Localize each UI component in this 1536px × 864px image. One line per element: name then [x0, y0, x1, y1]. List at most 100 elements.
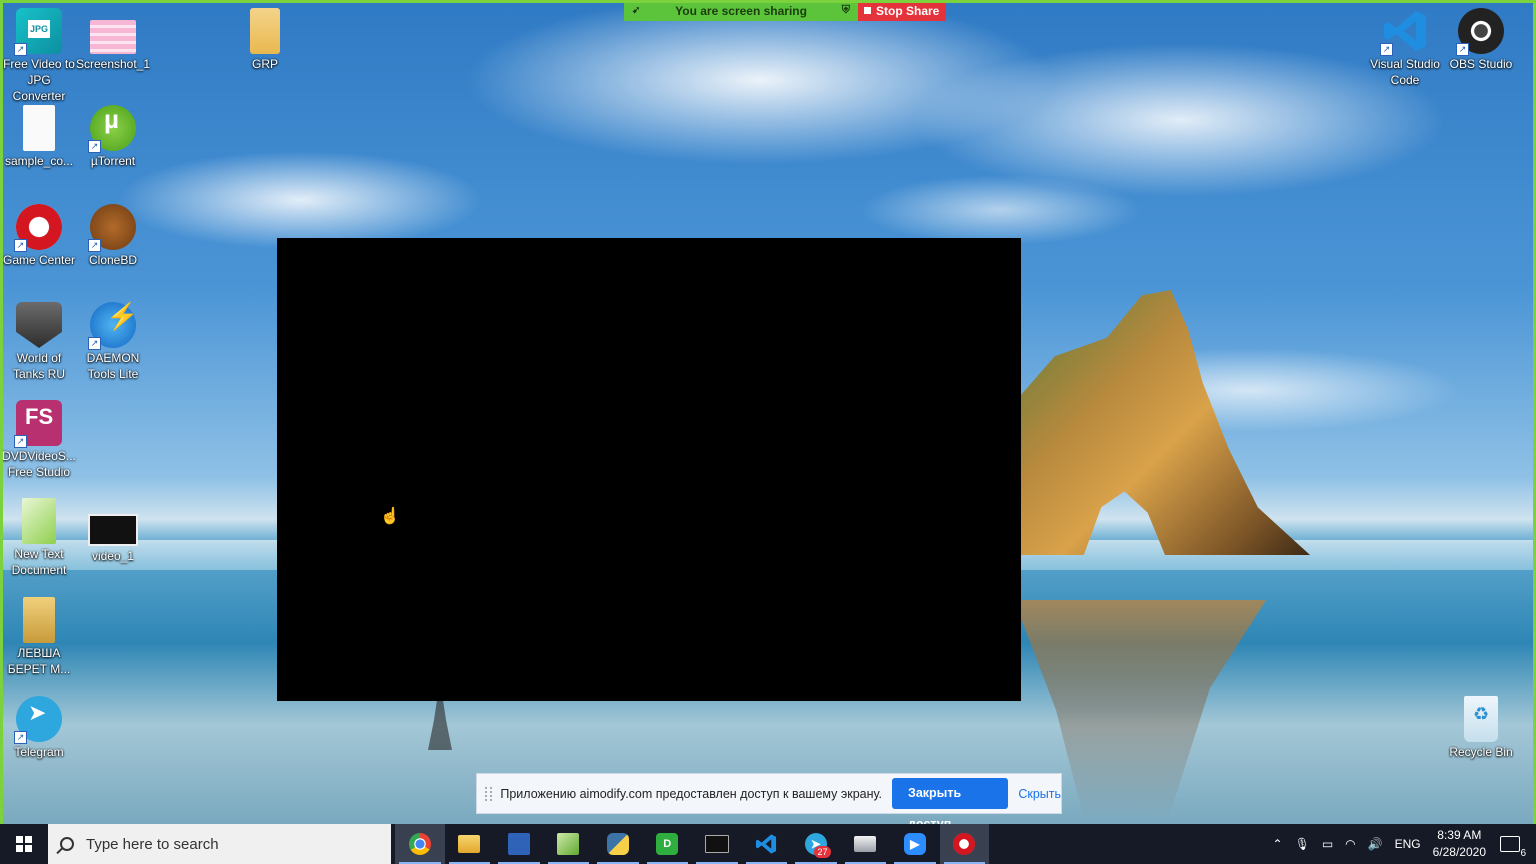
desktop-icon-new-text-document[interactable]: New Text Document — [0, 498, 78, 578]
search-icon — [60, 837, 74, 851]
taskbar-app-notepad-plus[interactable] — [544, 824, 594, 864]
desktop-icon-vscode[interactable]: ↗ Visual Studio Code — [1366, 8, 1444, 88]
floppy-disk-icon — [507, 833, 530, 855]
image-file-icon — [90, 20, 136, 54]
taskbar-app-zoom[interactable]: ▶ — [890, 824, 940, 864]
search-placeholder: Type here to search — [86, 835, 219, 853]
taskbar-app-terminal[interactable] — [692, 824, 742, 864]
wifi-icon[interactable]: ◠ — [1345, 837, 1355, 851]
folder-icon — [458, 835, 481, 853]
screen-share-notification: Приложению aimodify.com предоставлен дос… — [476, 773, 1062, 824]
desktop-icon-daemon-tools[interactable]: ⚡ ↗ DAEMON Tools Lite — [74, 302, 152, 382]
world-of-tanks-icon — [16, 302, 62, 348]
folder-icon — [250, 8, 280, 54]
taskbar-app-vscode[interactable] — [742, 824, 792, 864]
stop-share-button[interactable]: Stop Share — [858, 0, 946, 21]
wallpaper-person — [428, 700, 452, 750]
game-center-icon: ↗ — [14, 204, 62, 252]
system-tray: ⌃ 🎙 ▭ ◠ 🔊 ENG 8:39 AM 6/28/2020 6 — [1267, 824, 1536, 864]
desktop-icon-game-center[interactable]: ↗ Game Center — [0, 204, 78, 268]
desktop-icon-label: sample_co... — [4, 154, 74, 168]
language-indicator[interactable]: ENG — [1395, 837, 1421, 851]
desktop-icon-label: Telegram — [14, 745, 64, 759]
desktop-icon-media-folder[interactable]: ЛЕВША БЕРЕТ М... — [0, 597, 78, 677]
screen-share-bar: ➹ You are screen sharing ⛨ Stop Share — [624, 0, 946, 21]
desktop-icon-label: Recycle Bin — [1449, 745, 1513, 759]
vscode-icon — [755, 833, 777, 855]
desktop-icon-obs[interactable]: ↗ OBS Studio — [1442, 8, 1520, 72]
video-file-icon — [88, 514, 138, 546]
desktop-icon-recycle-bin[interactable]: ♻ Recycle Bin — [1442, 696, 1520, 760]
start-button[interactable] — [0, 824, 48, 864]
desktop-icon-sample[interactable]: sample_co... — [0, 105, 78, 169]
notification-message: Приложению aimodify.com предоставлен дос… — [500, 786, 882, 801]
desktop-icon-label: DAEMON Tools Lite — [86, 351, 140, 381]
clonebd-icon: ↗ — [88, 204, 136, 252]
desktop-icon-label: video_1 — [91, 549, 135, 563]
taskbar-app-d[interactable]: D — [643, 824, 693, 864]
telegram-icon: ➤ ↗ — [14, 696, 62, 744]
desktop-icon-utorrent[interactable]: µ ↗ µTorrent — [74, 105, 152, 169]
desktop-icon-label: Game Center — [2, 253, 76, 267]
notification-center-icon[interactable]: 6 — [1500, 836, 1526, 859]
desktop-icon-telegram[interactable]: ➤ ↗ Telegram — [0, 696, 78, 760]
desktop-icon-label: Visual Studio Code — [1370, 57, 1440, 87]
microphone-icon[interactable]: 🎙 — [1295, 837, 1310, 851]
d-app-icon: D — [656, 833, 679, 855]
volume-icon[interactable]: 🔊 — [1368, 837, 1383, 851]
notification-count: 6 — [1520, 848, 1526, 859]
taskbar-apps: D ➤ 27 ▶ — [395, 824, 989, 864]
free-studio-icon: FS ↗ — [14, 400, 62, 448]
taskbar-app-telegram[interactable]: ➤ 27 — [791, 824, 841, 864]
desktop-icon-clonebd[interactable]: ↗ CloneBD — [74, 204, 152, 268]
desktop-icon-label: ЛЕВША БЕРЕТ М... — [7, 646, 71, 676]
desktop-icon-label: New Text Document — [11, 547, 67, 577]
battery-icon[interactable]: ▭ — [1322, 837, 1333, 851]
desktop-wallpaper: JPG ↗ Free Video to JPG Converter Screen… — [0, 0, 1536, 824]
hand-cursor-icon: ☝ — [380, 508, 400, 525]
drag-handle-icon[interactable] — [485, 786, 493, 801]
scanner-icon — [854, 836, 877, 852]
desktop-icon-world-of-tanks[interactable]: World of Tanks RU — [0, 302, 78, 382]
python-icon — [606, 833, 629, 855]
media-folder-icon — [23, 597, 55, 643]
blank-file-icon — [23, 105, 55, 151]
taskbar-app-save[interactable] — [494, 824, 544, 864]
stop-access-button[interactable]: Закрыть доступ — [891, 778, 1009, 824]
utorrent-icon: µ ↗ — [88, 105, 136, 153]
text-document-icon — [22, 498, 56, 544]
clock-time: 8:39 AM — [1437, 828, 1482, 842]
game-center-icon — [953, 833, 976, 855]
desktop-icon-grp-folder[interactable]: GRP — [226, 8, 304, 72]
desktop-icon-label: OBS Studio — [1449, 57, 1513, 71]
desktop-icon-label: Screenshot_1 — [75, 57, 151, 71]
chevron-up-icon[interactable]: ⌃ — [1273, 837, 1283, 851]
screen-sharing-indicator[interactable]: ➹ You are screen sharing ⛨ — [624, 0, 858, 21]
desktop-icon-label: Free Video to JPG Converter — [3, 57, 75, 103]
zoom-icon: ▶ — [903, 833, 926, 855]
stop-icon — [864, 7, 871, 14]
desktop-icon-video[interactable]: video_1 — [74, 498, 152, 564]
hide-button[interactable]: Скрыть — [1018, 787, 1061, 801]
jpg-converter-icon: JPG ↗ — [14, 8, 62, 56]
taskbar-app-game-center[interactable] — [939, 824, 989, 864]
notepad-plus-icon — [557, 833, 580, 855]
desktop-icon-free-studio[interactable]: FS ↗ DVDVideoS... Free Studio — [0, 400, 78, 480]
obs-icon: ↗ — [1456, 8, 1504, 56]
taskbar-app-python[interactable] — [593, 824, 643, 864]
telegram-badge: 27 — [814, 846, 831, 858]
desktop-icon-jpg-converter[interactable]: JPG ↗ Free Video to JPG Converter — [0, 8, 78, 104]
zoom-arrow-icon: ➹ — [632, 5, 641, 16]
clock[interactable]: 8:39 AM 6/28/2020 — [1433, 827, 1486, 861]
taskbar-app-chrome[interactable] — [395, 824, 445, 864]
windows-logo-icon — [16, 836, 32, 852]
screen-sharing-label: You are screen sharing — [675, 3, 807, 18]
desktop-icon-screenshot[interactable]: Screenshot_1 — [74, 8, 152, 72]
taskbar-search-box[interactable]: Type here to search — [48, 824, 391, 864]
taskbar-app-file-explorer[interactable] — [445, 824, 495, 864]
shared-black-window[interactable] — [277, 238, 1021, 701]
desktop-icon-label: GRP — [251, 57, 278, 71]
stop-share-label: Stop Share — [876, 3, 940, 18]
clock-date: 6/28/2020 — [1432, 845, 1486, 859]
taskbar-app-scanner[interactable] — [841, 824, 891, 864]
